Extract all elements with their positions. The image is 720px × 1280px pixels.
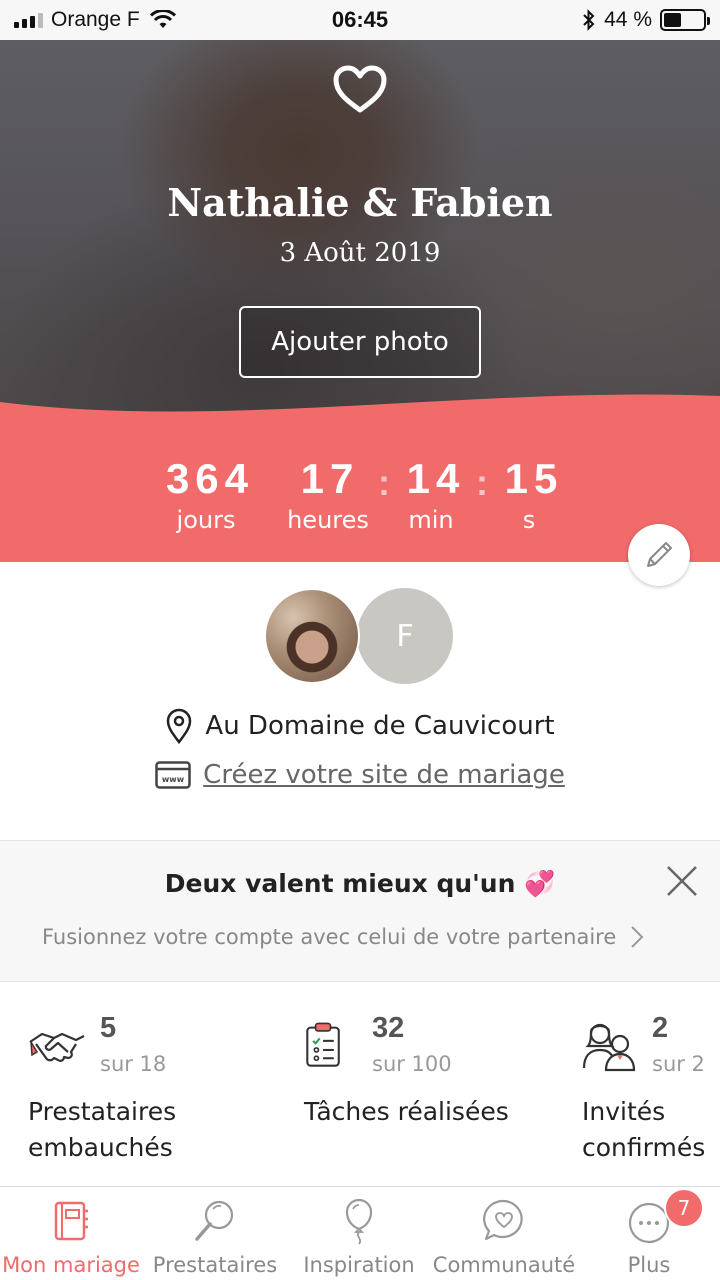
wedding-site-label: Créez votre site de mariage (203, 760, 565, 790)
tab-label: Communauté (432, 1253, 576, 1277)
wedding-site-link[interactable]: www Créez votre site de mariage (0, 760, 720, 790)
wave-divider (0, 394, 720, 440)
close-icon[interactable] (664, 863, 700, 899)
tab-inspiration[interactable]: Inspiration (288, 1187, 430, 1280)
stat-tasks-value: 32 (372, 1012, 405, 1044)
tab-label: Mon mariage (2, 1253, 140, 1277)
magnifier-icon (195, 1200, 234, 1241)
checklist-icon (306, 1022, 340, 1067)
countdown-hours-label: heures (287, 506, 369, 534)
stat-vendors-label: Prestataires embauchés (28, 1097, 177, 1162)
partner-avatar[interactable]: F (357, 588, 453, 684)
stat-vendors-value: 5 (100, 1012, 117, 1044)
tab-prestataires[interactable]: Prestataires (142, 1187, 288, 1280)
stat-guests-total: sur 2 (652, 1052, 705, 1076)
add-photo-button[interactable]: Ajouter photo (239, 306, 481, 378)
tab-communaute[interactable]: Communauté (430, 1187, 578, 1280)
countdown-hours: 17 (300, 455, 360, 502)
handshake-icon (29, 1032, 85, 1062)
tab-label: Prestataires (152, 1253, 278, 1277)
svg-text:www: www (162, 775, 185, 784)
merge-banner-subtitle[interactable]: Fusionnez votre compte avec celui de vot… (42, 925, 644, 949)
countdown-seconds-label: s (522, 506, 536, 534)
wedding-date: 3 Août 2019 (279, 238, 441, 268)
battery-area: 44 % (582, 8, 710, 32)
bottom-tab-bar: Mon mariage Prestataires Inspiration Com… (0, 1186, 720, 1280)
countdown-separator: : (476, 462, 488, 503)
battery-percent: 44 % (604, 8, 652, 31)
chat-heart-icon (483, 1199, 523, 1241)
stat-guests-value: 2 (652, 1012, 669, 1044)
balloon-icon (345, 1198, 373, 1245)
status-bar: Orange F 06:45 44 % (0, 0, 720, 40)
tab-mon-mariage[interactable]: Mon mariage (0, 1187, 142, 1280)
bluetooth-icon (583, 9, 595, 31)
countdown-separator: : (378, 462, 390, 503)
merge-account-banner[interactable]: Deux valent mieux qu'un 💞 Fusionnez votr… (0, 840, 720, 982)
pencil-icon (647, 542, 672, 567)
venue-row[interactable]: Au Domaine de Cauvicourt (0, 708, 720, 744)
user-avatar[interactable] (264, 588, 360, 684)
countdown-days-label: jours (176, 506, 236, 534)
stat-guests-label: Invités confirmés (582, 1097, 706, 1162)
merge-banner-title: Deux valent mieux qu'un 💞 (164, 869, 556, 898)
tab-label: Inspiration (303, 1253, 415, 1277)
stat-tasks-label: Tâches réalisées (304, 1097, 509, 1126)
venue-name: Au Domaine de Cauvicourt (205, 711, 555, 741)
edit-button[interactable] (628, 524, 690, 586)
stat-vendors-total: sur 18 (100, 1052, 167, 1076)
guests-icon (582, 1023, 636, 1072)
notification-badge: 7 (664, 1188, 704, 1228)
tab-label: Plus (627, 1253, 671, 1277)
chevron-right-icon (631, 926, 644, 948)
battery-icon (660, 9, 710, 31)
couple-name: Nathalie & Fabien (167, 180, 553, 225)
website-icon: www (155, 761, 191, 789)
notebook-icon (54, 1201, 88, 1241)
location-pin-icon (167, 708, 192, 744)
hero-cover: Nathalie & Fabien 3 Août 2019 Ajouter ph… (0, 40, 720, 440)
countdown-minutes-label: min (408, 506, 454, 534)
countdown-seconds: 15 (504, 455, 564, 502)
merge-banner-text: Fusionnez votre compte avec celui de vot… (42, 925, 617, 949)
countdown-minutes: 14 (406, 455, 466, 502)
stat-tasks-total: sur 100 (372, 1052, 452, 1076)
heart-logo-icon (333, 65, 387, 113)
countdown-days: 364 (165, 455, 255, 502)
